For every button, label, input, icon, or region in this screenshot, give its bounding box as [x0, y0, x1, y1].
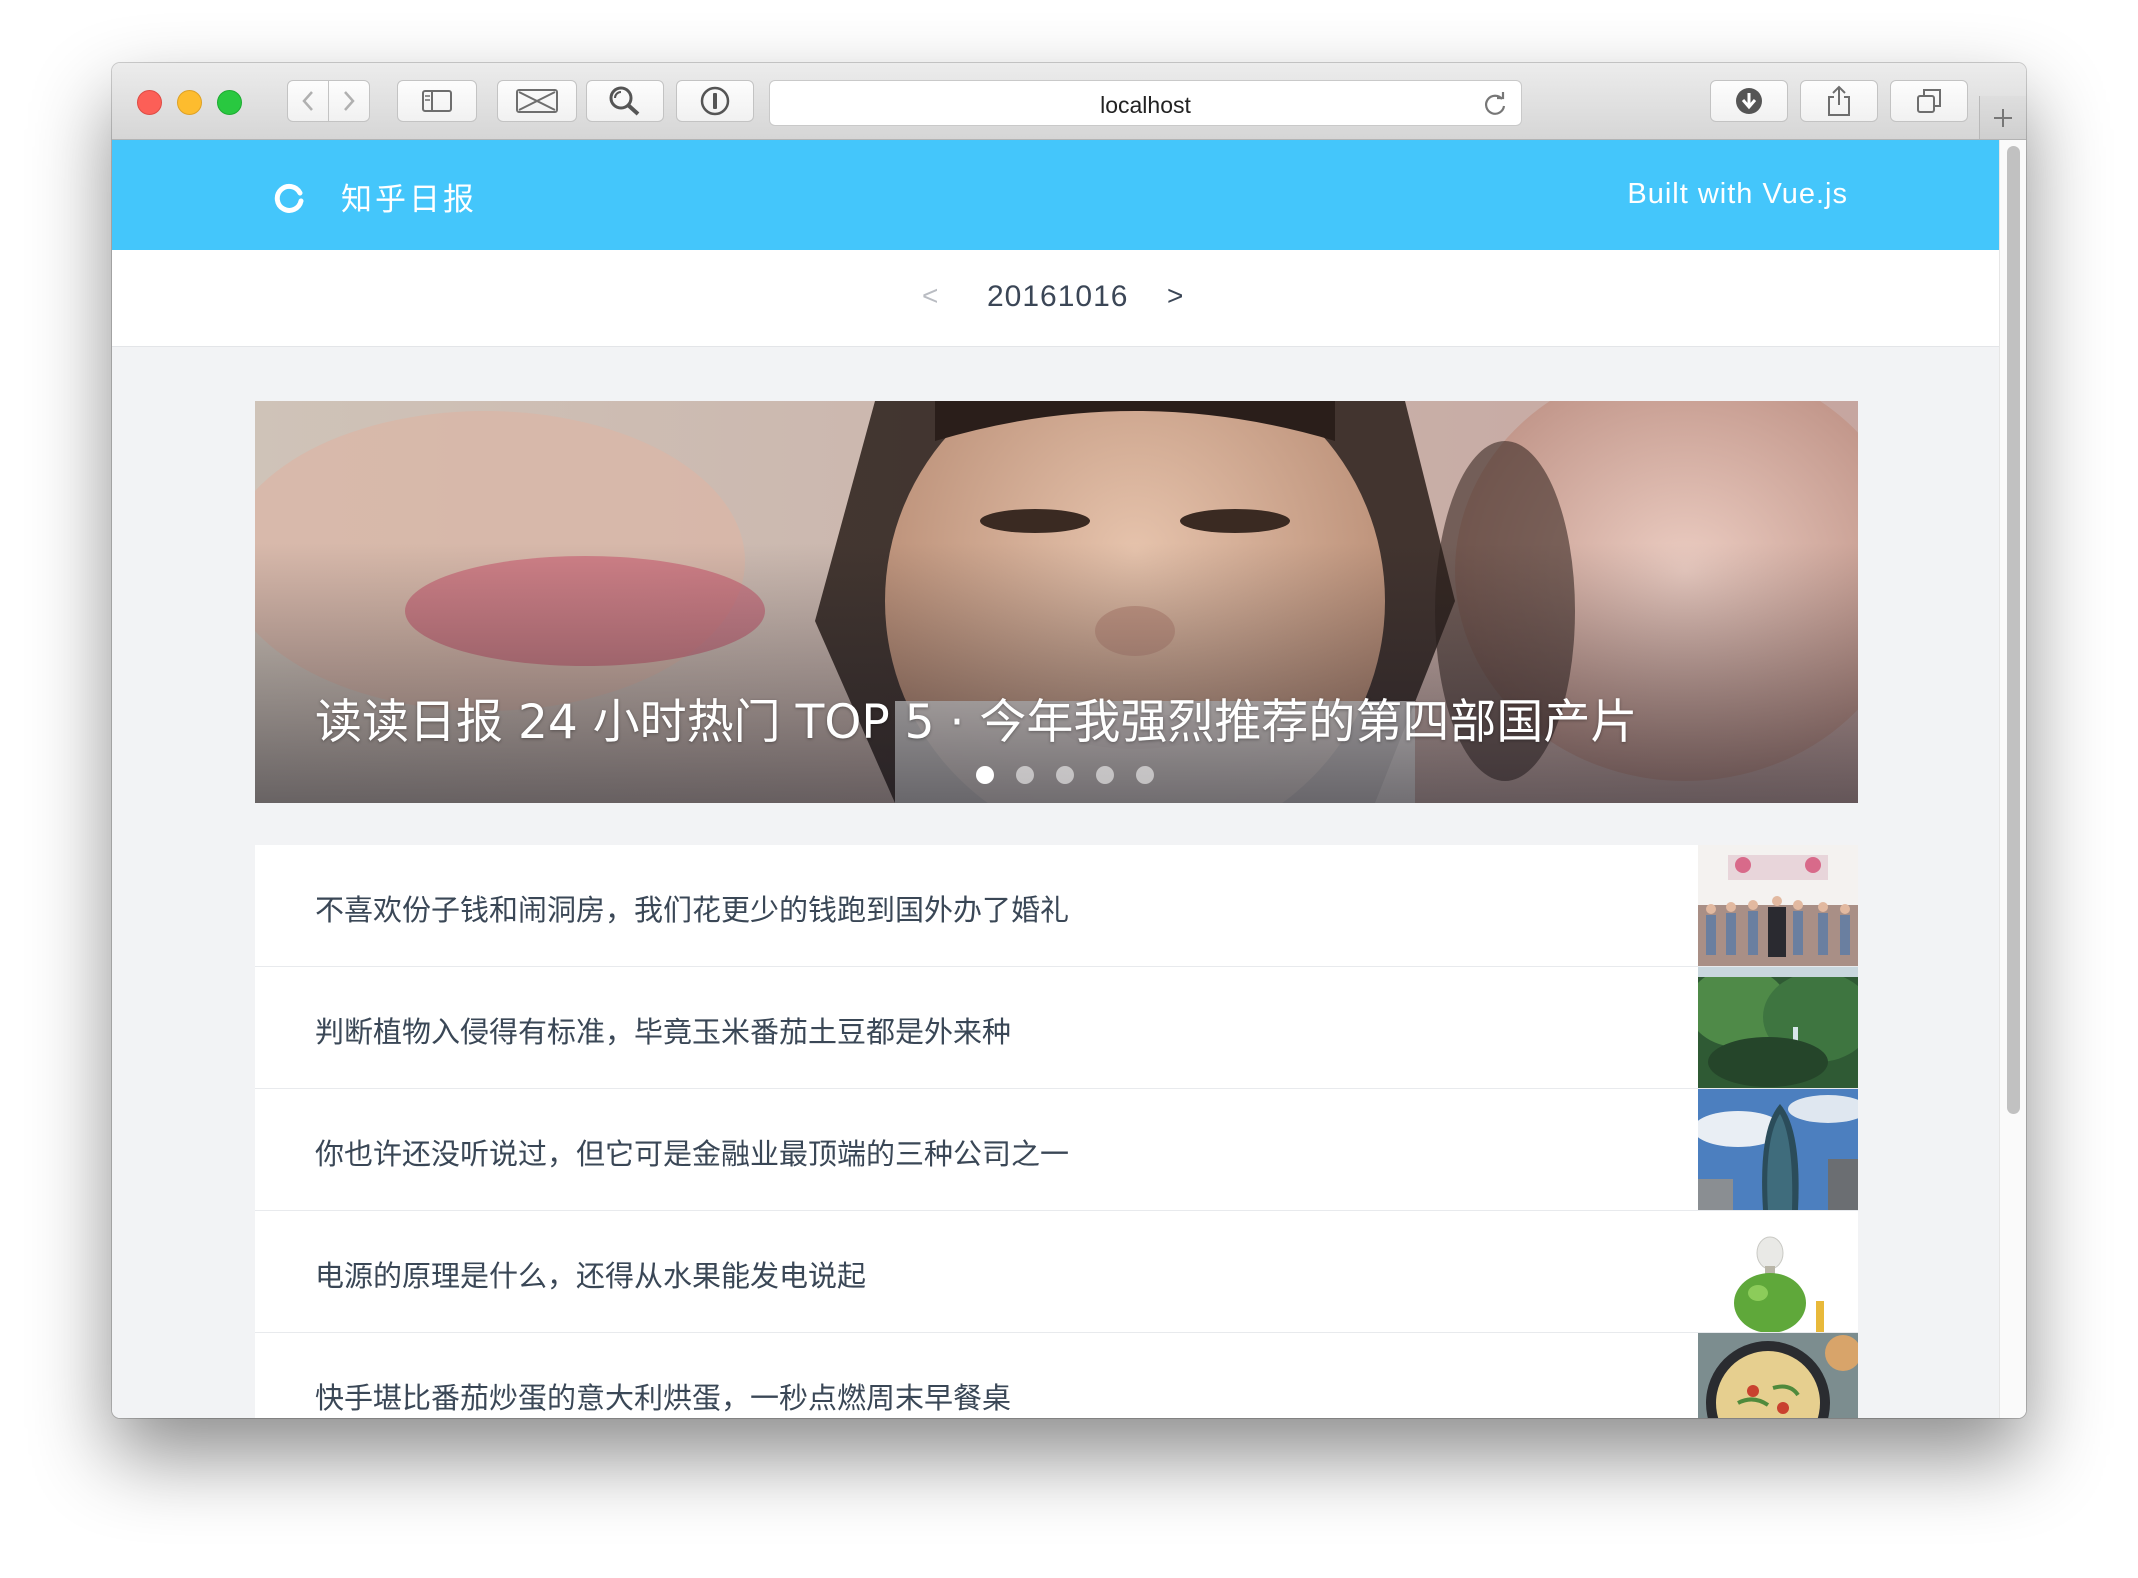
browser-window: localhost 知乎日报 Built with Vue.js < 20161…	[112, 63, 2026, 1418]
current-date: 20161016	[987, 280, 1129, 313]
story-thumbnail	[1698, 1211, 1858, 1332]
plus-icon	[1994, 108, 2012, 127]
hero-title[interactable]: 读读日报 24 小时热门 TOP 5 · 今年我强烈推荐的第四部国产片	[315, 683, 1637, 752]
sidebar-toggle-button[interactable]	[397, 80, 477, 122]
one-password-icon	[700, 86, 730, 116]
carousel-indicators	[976, 766, 1154, 786]
hero-gradient	[255, 543, 1858, 803]
back-button[interactable]	[287, 80, 329, 122]
scrollbar-thumb[interactable]	[2007, 146, 2020, 1114]
story-thumbnail	[1698, 967, 1858, 1088]
tabs-overview-button[interactable]	[1890, 80, 1968, 122]
download-icon	[1736, 88, 1762, 114]
story-title: 你也许还没听说过，但它可是金融业最顶端的三种公司之一	[315, 1137, 1070, 1171]
next-date-button[interactable]: >	[1167, 280, 1183, 312]
story-item[interactable]: 快手堪比番茄炒蛋的意大利烘蛋，一秒点燃周末早餐桌	[255, 1333, 1858, 1418]
story-title: 判断植物入侵得有标准，毕竟玉米番茄土豆都是外来种	[315, 1015, 1012, 1049]
forward-button[interactable]	[328, 80, 370, 122]
app-header: 知乎日报 Built with Vue.js	[112, 140, 2000, 250]
date-navigator: < 20161016 >	[112, 250, 2000, 347]
story-item[interactable]: 判断植物入侵得有标准，毕竟玉米番茄土豆都是外来种	[255, 967, 1858, 1089]
page-viewport: 知乎日报 Built with Vue.js < 20161016 > 读读日报…	[112, 140, 2026, 1418]
magnifier-icon	[609, 86, 640, 116]
zoom-window-button[interactable]	[217, 90, 242, 115]
browser-toolbar: localhost	[112, 63, 2026, 140]
chevron-left-icon	[302, 91, 313, 111]
waterfall-plants-photo	[1698, 967, 1858, 1088]
close-window-button[interactable]	[137, 90, 162, 115]
carousel-dot[interactable]	[1096, 766, 1114, 784]
story-thumbnail	[1698, 1333, 1858, 1418]
skyscraper-photo	[1698, 1089, 1858, 1210]
story-title: 快手堪比番茄炒蛋的意大利烘蛋，一秒点燃周末早餐桌	[315, 1381, 1012, 1415]
carousel-dot[interactable]	[1056, 766, 1074, 784]
new-tab-button[interactable]	[1979, 96, 2026, 139]
story-item[interactable]: 你也许还没听说过，但它可是金融业最顶端的三种公司之一	[255, 1089, 1858, 1211]
story-title: 电源的原理是什么，还得从水果能发电说起	[315, 1259, 867, 1293]
reload-icon[interactable]	[1481, 90, 1509, 118]
minimize-window-button[interactable]	[177, 90, 202, 115]
scrollbar[interactable]	[1999, 140, 2026, 1418]
story-thumbnail	[1698, 1089, 1858, 1210]
chevron-right-icon	[344, 91, 355, 111]
apple-bulb-photo	[1698, 1211, 1858, 1332]
prev-date-button[interactable]: <	[922, 280, 938, 312]
carousel-dot[interactable]	[1016, 766, 1034, 784]
inspect-button[interactable]	[586, 80, 664, 122]
password-button[interactable]	[676, 80, 754, 122]
address-bar-url: localhost	[1100, 92, 1191, 118]
story-item[interactable]: 电源的原理是什么，还得从水果能发电说起	[255, 1211, 1858, 1333]
share-icon	[1828, 85, 1850, 116]
bow-tie-icon	[516, 89, 558, 113]
story-list: 不喜欢份子钱和闹洞房，我们花更少的钱跑到国外办了婚礼 判断植物入侵得有标准，毕竟…	[255, 845, 1858, 1418]
downloads-button[interactable]	[1710, 80, 1788, 122]
sidebar-icon	[422, 90, 452, 112]
loading-logo-icon[interactable]	[272, 180, 306, 214]
frittata-photo	[1698, 1333, 1858, 1418]
built-with-link[interactable]: Built with Vue.js	[1627, 178, 1848, 211]
story-thumbnail	[1698, 845, 1858, 966]
story-item[interactable]: 不喜欢份子钱和闹洞房，我们花更少的钱跑到国外办了婚礼	[255, 845, 1858, 967]
carousel-dot[interactable]	[1136, 766, 1154, 784]
address-bar[interactable]: localhost	[769, 80, 1522, 126]
extension-button[interactable]	[497, 80, 577, 122]
tabs-icon	[1917, 89, 1941, 113]
story-title: 不喜欢份子钱和闹洞房，我们花更少的钱跑到国外办了婚礼	[315, 893, 1070, 927]
share-button[interactable]	[1800, 80, 1878, 122]
hero-carousel[interactable]: 读读日报 24 小时热门 TOP 5 · 今年我强烈推荐的第四部国产片	[255, 401, 1858, 803]
carousel-dot[interactable]	[976, 766, 994, 784]
wedding-photo	[1698, 845, 1858, 966]
app-brand[interactable]: 知乎日报	[341, 174, 477, 219]
